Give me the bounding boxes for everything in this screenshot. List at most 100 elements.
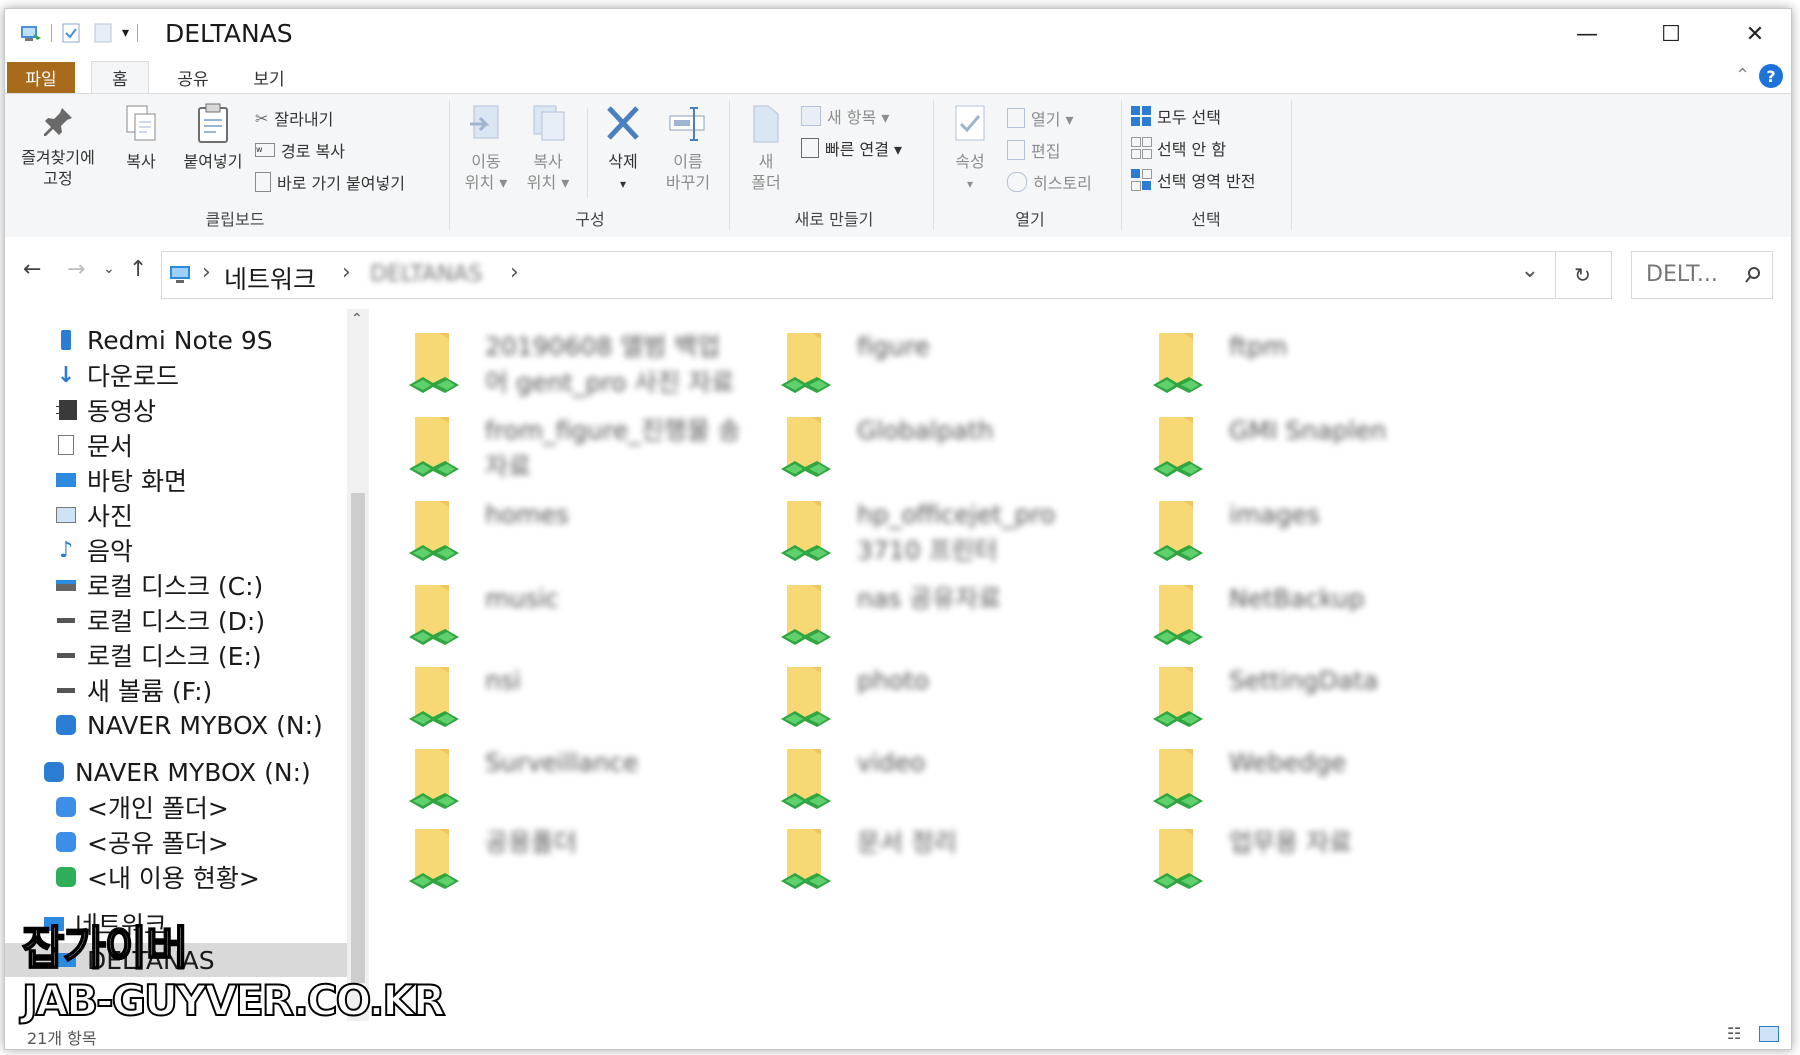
folder-item[interactable]: 공용폴더 — [407, 823, 767, 903]
select-none-button[interactable]: 선택 안 함 — [1131, 136, 1226, 160]
delete-arrow-icon[interactable]: ▾ — [620, 177, 626, 191]
pin-quick-access-button[interactable]: 즐겨찾기에 고정 — [15, 102, 101, 189]
folder-item[interactable]: GMI Snaplen — [1151, 411, 1511, 491]
nav-item-drive-d[interactable]: 로컬 디스크 (D:) — [55, 603, 265, 637]
copy-to-button[interactable]: 복사 위치 ▾ — [519, 102, 577, 193]
folder-item[interactable]: NetBackup — [1151, 579, 1511, 659]
folder-name: GMI Snaplen — [1229, 416, 1387, 445]
folder-item[interactable]: nsi — [407, 661, 767, 741]
paste-button[interactable]: 붙여넣기 — [175, 102, 251, 172]
tab-file[interactable]: 파일 — [7, 62, 75, 93]
nav-scroll-thumb[interactable] — [351, 493, 365, 983]
nav-item-pictures[interactable]: 사진 — [55, 498, 133, 532]
edit-label: 편집 — [1031, 142, 1061, 161]
folder-item[interactable]: video — [779, 743, 1139, 823]
mybox-icon — [55, 714, 77, 736]
help-icon[interactable]: ? — [1759, 64, 1783, 88]
nav-scrollbar[interactable]: ⌃ — [347, 309, 369, 1021]
nav-item-mybox-personal[interactable]: <개인 폴더> — [55, 790, 229, 824]
nav-item-documents[interactable]: 문서 — [55, 428, 133, 462]
minimize-button[interactable]: — — [1545, 9, 1629, 59]
nav-item-mybox-usage[interactable]: <내 이용 현황> — [55, 860, 260, 894]
forward-arrow-icon[interactable]: → — [67, 257, 85, 282]
address-bar[interactable]: › 네트워크 › DELTANAS › ⌄ — [161, 251, 1556, 299]
recent-locations-icon[interactable]: ⌄ — [103, 261, 115, 277]
properties-button[interactable]: 속성 ▾ — [943, 102, 997, 195]
breadcrumb-separator-icon[interactable]: › — [510, 260, 519, 285]
nav-label: 로컬 디스크 (E:) — [87, 642, 262, 671]
refresh-icon: ↻ — [1574, 263, 1591, 287]
folder-item[interactable]: hp_officejet_pro 3710 프린터 — [779, 495, 1139, 575]
folder-item[interactable]: photo — [779, 661, 1139, 741]
copy-button[interactable]: 복사 — [115, 102, 167, 172]
folder-item[interactable]: nas 공유자료 — [779, 579, 1139, 659]
folder-item[interactable]: homes — [407, 495, 767, 575]
breadcrumb-separator-icon[interactable]: › — [202, 260, 211, 285]
breadcrumb-network[interactable]: 네트워크 — [224, 260, 316, 296]
new-item-button[interactable]: 새 항목 ▾ — [801, 104, 889, 128]
breadcrumb-host[interactable]: DELTANAS — [370, 262, 482, 287]
close-button[interactable]: ✕ — [1713, 9, 1791, 59]
new-folder-button[interactable]: 새 폴더 — [739, 102, 793, 193]
open-button[interactable]: 열기 ▾ — [1007, 106, 1074, 130]
tab-view[interactable]: 보기 — [241, 62, 297, 93]
search-box[interactable]: DELT... — [1631, 251, 1773, 299]
rename-button[interactable]: 이름 바꾸기 — [655, 102, 721, 193]
folder-item[interactable]: Webedge — [1151, 743, 1511, 823]
shared-folder-icon — [409, 501, 459, 561]
nav-item-drive-c[interactable]: 로컬 디스크 (C:) — [55, 568, 263, 602]
cut-button[interactable]: ✂ 잘라내기 — [255, 106, 333, 130]
folder-item[interactable]: music — [407, 579, 767, 659]
folder-item[interactable]: 20190608 앨범 백업 어 gent_pro 사진 자료 — [407, 327, 767, 407]
back-arrow-icon[interactable]: ← — [23, 257, 41, 282]
large-icons-view-icon[interactable] — [1759, 1026, 1779, 1042]
breadcrumb-separator-icon[interactable]: › — [342, 260, 351, 285]
nav-label: 바탕 화면 — [87, 467, 187, 496]
easy-access-button[interactable]: 빠른 연결 ▾ — [801, 136, 902, 160]
tab-share[interactable]: 공유 — [165, 62, 221, 93]
move-to-button[interactable]: 이동 위치 ▾ — [457, 102, 515, 193]
properties-quick-icon[interactable] — [60, 22, 82, 44]
details-view-icon[interactable]: ☷ — [1727, 1024, 1741, 1043]
paste-shortcut-button[interactable]: 바로 가기 붙여넣기 — [255, 170, 405, 194]
refresh-button[interactable]: ↻ — [1554, 251, 1612, 299]
new-folder-quick-icon[interactable] — [92, 22, 114, 44]
maximize-button[interactable]: ☐ — [1629, 9, 1713, 59]
invert-selection-button[interactable]: 선택 영역 반전 — [1131, 168, 1256, 192]
folder-item[interactable]: Surveillance — [407, 743, 767, 823]
scroll-up-icon[interactable]: ⌃ — [351, 311, 363, 327]
copy-path-button[interactable]: w 경로 복사 — [255, 138, 345, 162]
folder-item[interactable]: 문서 정리 — [779, 823, 1139, 903]
address-dropdown-icon[interactable]: ⌄ — [1521, 258, 1539, 283]
folder-item[interactable]: SettingData — [1151, 661, 1511, 741]
nav-label: 로컬 디스크 (C:) — [87, 572, 264, 601]
folder-item[interactable]: images — [1151, 495, 1511, 575]
delete-button[interactable]: 삭제 ▾ — [595, 102, 651, 195]
nav-item-mybox-shared[interactable]: <공유 폴더> — [55, 825, 229, 859]
nav-item-mybox-drive[interactable]: NAVER MYBOX (N:) — [55, 708, 323, 742]
folder-item[interactable]: ftpm — [1151, 327, 1511, 407]
nav-item-desktop[interactable]: 바탕 화면 — [55, 463, 187, 497]
history-button[interactable]: 히스토리 — [1007, 170, 1092, 194]
edit-icon — [1007, 140, 1025, 160]
select-all-label: 모두 선택 — [1157, 108, 1221, 127]
collapse-ribbon-icon[interactable]: ⌃ — [1735, 65, 1750, 86]
nav-item-videos[interactable]: 동영상 — [55, 393, 156, 427]
properties-arrow-icon[interactable]: ▾ — [967, 177, 973, 191]
explorer-app-icon[interactable] — [19, 22, 43, 44]
select-all-button[interactable]: 모두 선택 — [1131, 104, 1221, 128]
up-arrow-icon[interactable]: ↑ — [129, 257, 147, 282]
nav-item-drive-e[interactable]: 로컬 디스크 (E:) — [55, 638, 262, 672]
nav-item-redmi[interactable]: Redmi Note 9S — [55, 323, 273, 357]
nav-item-mybox-root[interactable]: NAVER MYBOX (N:) — [43, 755, 311, 789]
nav-item-music[interactable]: ♪ 음악 — [55, 533, 133, 567]
nav-item-drive-f[interactable]: 새 볼륨 (F:) — [55, 673, 212, 707]
folder-item[interactable]: figure — [779, 327, 1139, 407]
folder-item[interactable]: Globalpath — [779, 411, 1139, 491]
edit-button[interactable]: 편집 — [1007, 138, 1060, 162]
tab-home[interactable]: 홈 — [91, 61, 149, 93]
folder-item[interactable]: from_figure_진행물 송 자료 — [407, 411, 767, 491]
nav-item-downloads[interactable]: ↓ 다운로드 — [55, 358, 179, 392]
folder-item[interactable]: 업무용 자료 — [1151, 823, 1511, 903]
customize-quick-access-icon[interactable]: ▾ — [122, 25, 129, 41]
